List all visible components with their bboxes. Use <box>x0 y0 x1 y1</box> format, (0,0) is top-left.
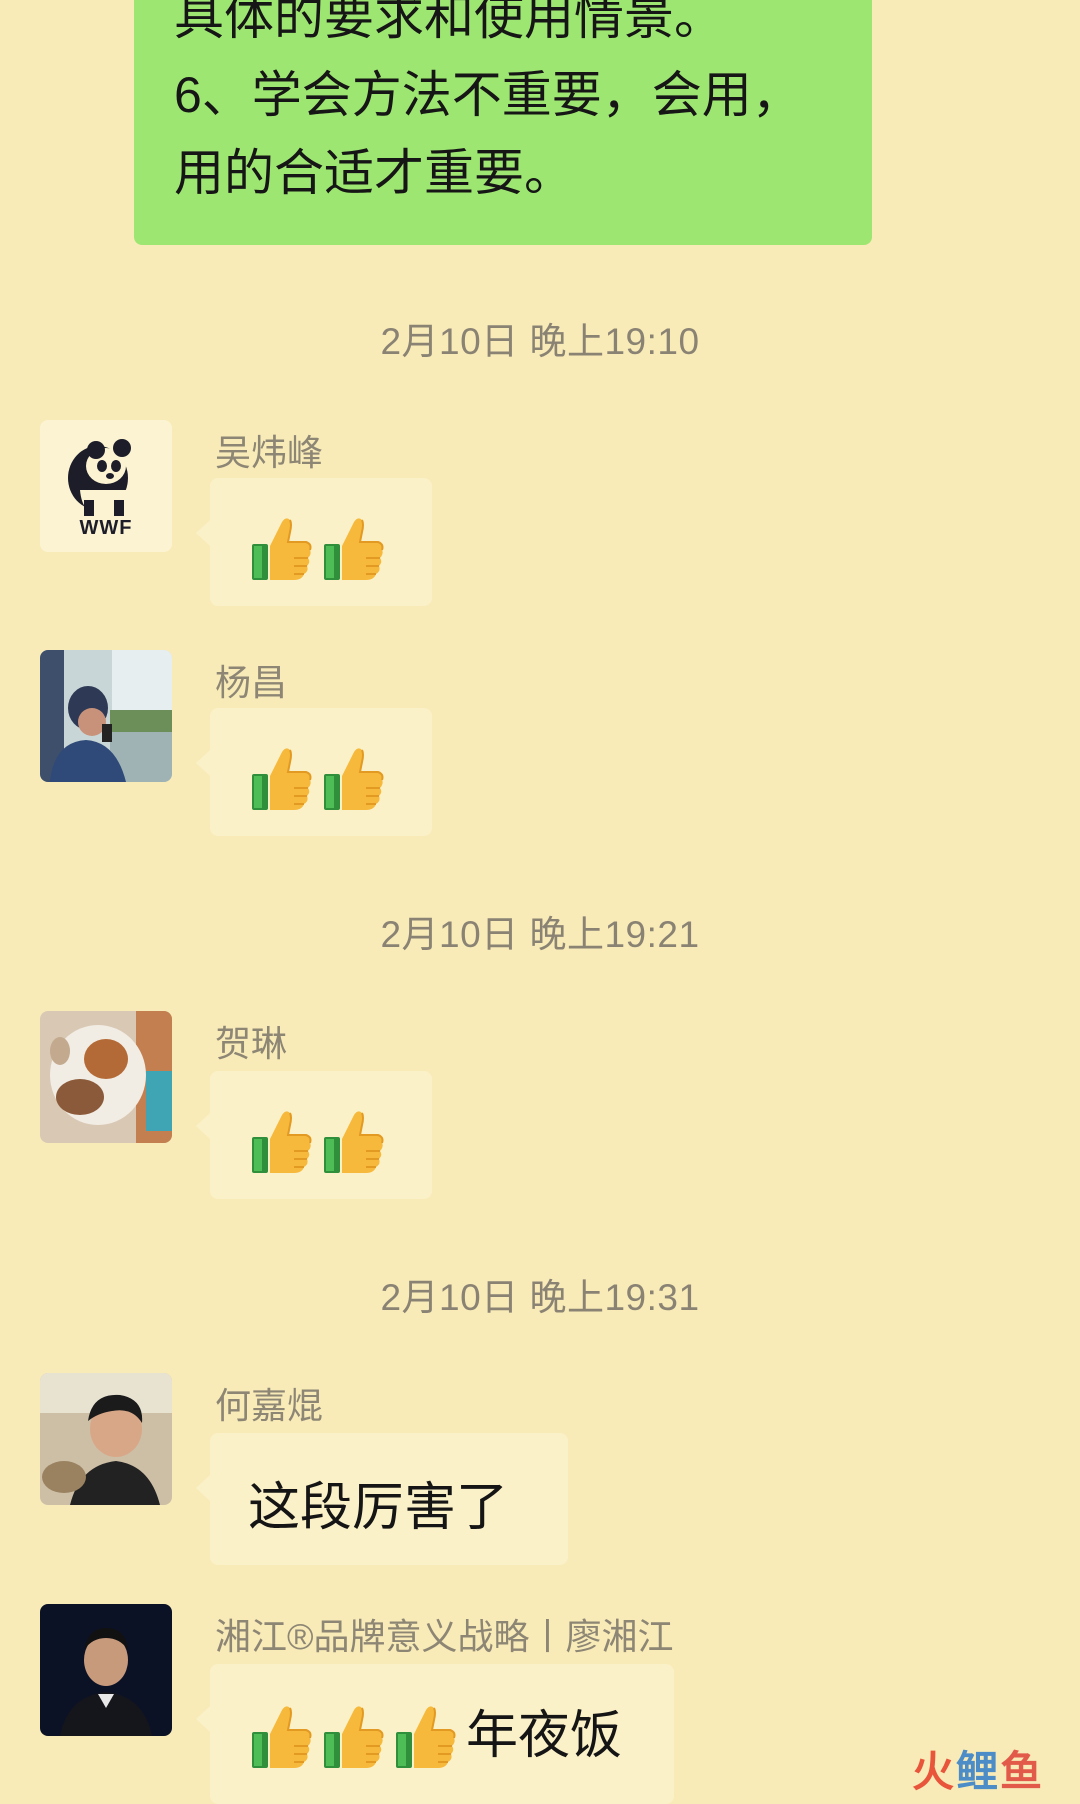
sender-name: 何嘉焜 <box>215 1385 324 1426</box>
thumbs-up-icon <box>250 744 314 812</box>
photo-avatar-icon <box>40 1604 172 1736</box>
emoji-row <box>250 514 386 582</box>
own-message-line-2: 6、学会方法不重要，会用， <box>174 67 802 123</box>
emoji-row <box>250 744 386 812</box>
message-bubble[interactable]: 年夜饭 <box>196 1664 674 1804</box>
message-bubble[interactable] <box>196 1071 432 1199</box>
sender-name: 杨昌 <box>215 662 288 703</box>
message-bubble[interactable] <box>196 708 432 836</box>
watermark-part: 鲤 <box>956 1748 1001 1795</box>
watermark-part: 鱼 <box>1000 1748 1045 1795</box>
own-message-bubble[interactable]: 具体的要求和使用情景。 6、学会方法不重要，会用， 用的合适才重要。 <box>134 0 872 245</box>
sender-name: 湘江®品牌意义战略丨廖湘江 <box>215 1616 674 1657</box>
message-text: 这段厉害了 <box>248 1479 509 1537</box>
timestamp: 2月10日 晚上19:31 <box>380 1277 700 1318</box>
sender-name: 贺琳 <box>215 1023 288 1064</box>
own-message-line-3: 用的合适才重要。 <box>174 145 574 201</box>
message-bubble[interactable] <box>196 478 432 606</box>
thumbs-up-icon <box>250 1702 314 1770</box>
avatar[interactable] <box>40 650 172 782</box>
chat-window[interactable]: 具体的要求和使用情景。 6、学会方法不重要，会用， 用的合适才重要。 2月10日… <box>0 0 1080 1804</box>
thumbs-up-icon <box>322 1107 386 1175</box>
avatar[interactable] <box>40 1373 172 1505</box>
watermark-logo: 火鲤鱼 <box>912 1738 1044 1799</box>
timestamp: 2月10日 晚上19:10 <box>380 321 700 362</box>
thumbs-up-icon <box>394 1702 458 1770</box>
message-bubble[interactable]: 这段厉害了 <box>196 1433 568 1565</box>
thumbs-up-icon <box>322 1702 386 1770</box>
avatar[interactable] <box>40 1604 172 1736</box>
photo-avatar-icon <box>40 650 172 782</box>
emoji-row <box>250 1107 386 1175</box>
photo-avatar-icon <box>40 1011 172 1143</box>
thumbs-up-icon <box>322 744 386 812</box>
message-text: 年夜饭 <box>466 1707 623 1765</box>
own-message-line-1: 具体的要求和使用情景。 <box>174 0 724 45</box>
watermark-part: 火 <box>912 1748 957 1795</box>
wwf-logo-text: WWF <box>79 517 133 539</box>
thumbs-up-icon <box>250 1107 314 1175</box>
sender-name: 吴炜峰 <box>215 432 324 473</box>
emoji-row: 年夜饭 <box>250 1702 622 1770</box>
avatar[interactable] <box>40 1011 172 1143</box>
thumbs-up-icon <box>322 514 386 582</box>
thumbs-up-icon <box>250 514 314 582</box>
avatar[interactable]: WWF <box>40 420 172 552</box>
photo-avatar-icon <box>40 1373 172 1505</box>
timestamp: 2月10日 晚上19:21 <box>380 914 700 955</box>
